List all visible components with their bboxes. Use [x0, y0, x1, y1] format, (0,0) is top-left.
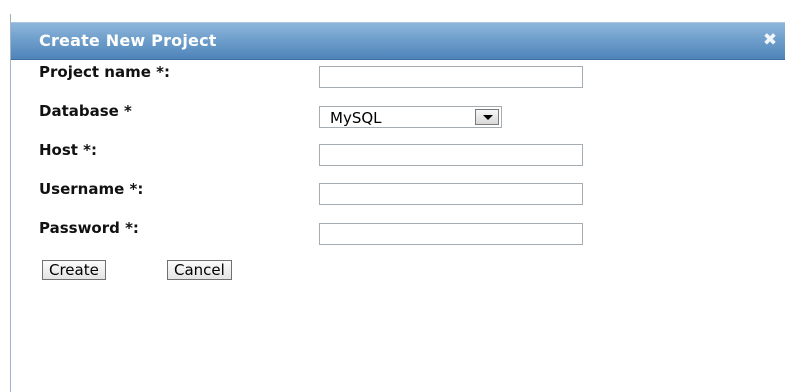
username-label: Username *:	[39, 180, 144, 198]
password-input[interactable]	[319, 223, 583, 245]
database-select[interactable]: MySQL	[319, 106, 502, 128]
project-name-input[interactable]	[319, 66, 583, 88]
project-name-label: Project name *:	[39, 63, 170, 81]
database-label: Database *	[39, 102, 132, 120]
username-input[interactable]	[319, 183, 583, 205]
create-project-dialog: Create New Project ✖ Project name *: Dat…	[10, 14, 785, 392]
cancel-button[interactable]: Cancel	[167, 260, 232, 280]
dialog-title: Create New Project	[39, 31, 217, 50]
password-label: Password *:	[39, 219, 139, 237]
chevron-down-icon[interactable]	[475, 109, 499, 125]
host-label: Host *:	[39, 141, 98, 159]
database-selected-value: MySQL	[330, 109, 382, 127]
close-icon[interactable]: ✖	[760, 30, 780, 50]
dialog-titlebar: Create New Project ✖	[11, 22, 785, 60]
create-button[interactable]: Create	[42, 260, 106, 280]
host-input[interactable]	[319, 144, 583, 166]
